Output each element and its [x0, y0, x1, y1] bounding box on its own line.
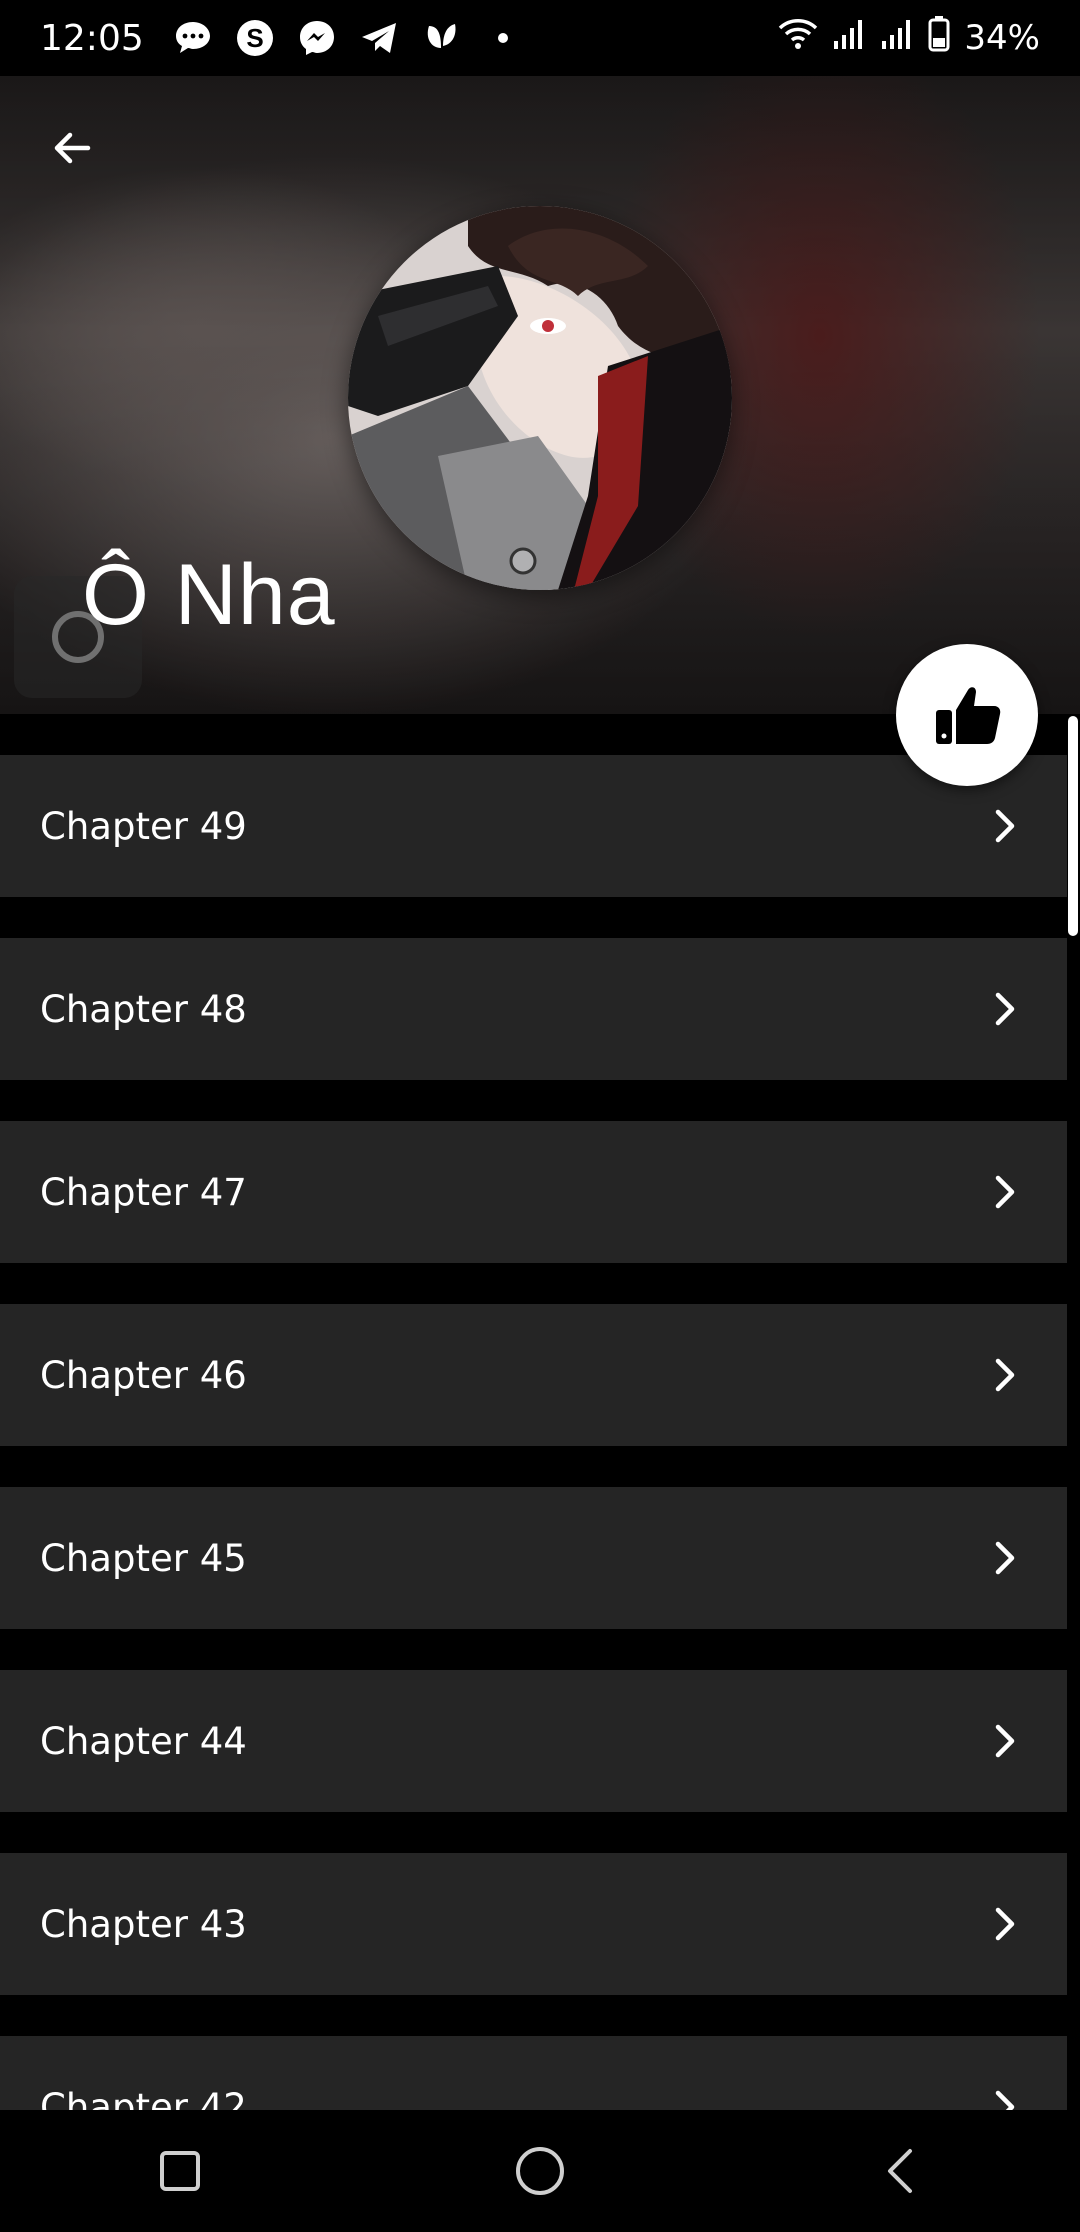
like-button[interactable]: [896, 644, 1038, 786]
telegram-icon: [358, 17, 400, 59]
chevron-right-icon: [987, 1723, 1023, 1759]
chapter-row[interactable]: Chapter 47: [0, 1121, 1067, 1263]
chevron-right-icon: [987, 1174, 1023, 1210]
signal-icon: [832, 17, 866, 60]
chevron-right-icon: [987, 1906, 1023, 1942]
dot-icon: [482, 17, 524, 59]
battery-percent: 34%: [964, 18, 1040, 58]
status-right: 34%: [778, 15, 1040, 61]
scrollbar[interactable]: [1068, 716, 1078, 936]
recents-button[interactable]: [140, 2131, 220, 2211]
chapter-label: Chapter 43: [40, 1902, 247, 1946]
status-bar: 12:05 S 34%: [0, 0, 1080, 76]
system-nav-bar: [0, 2110, 1080, 2232]
home-button[interactable]: [500, 2131, 580, 2211]
back-icon: [888, 2149, 912, 2193]
chevron-right-icon: [987, 808, 1023, 844]
chapter-row[interactable]: Chapter 48: [0, 938, 1067, 1080]
chapter-label: Chapter 44: [40, 1719, 247, 1763]
chapter-label: Chapter 48: [40, 987, 247, 1031]
cover-image: [348, 206, 732, 590]
back-button[interactable]: [40, 116, 104, 180]
thumbs-up-icon: [936, 687, 1001, 744]
chapter-label: Chapter 49: [40, 804, 247, 848]
chevron-right-icon: [987, 1357, 1023, 1393]
chapter-label: Chapter 45: [40, 1536, 247, 1580]
recents-icon: [160, 2151, 200, 2191]
chapter-label: Chapter 46: [40, 1353, 247, 1397]
status-time: 12:05: [40, 17, 144, 59]
battery-icon: [928, 15, 950, 61]
manga-title: Ô Nha: [82, 547, 336, 643]
chapter-row[interactable]: Chapter 46: [0, 1304, 1067, 1446]
chevron-right-icon: [987, 1540, 1023, 1576]
chapter-row[interactable]: Chapter 45: [0, 1487, 1067, 1629]
wifi-icon: [778, 16, 818, 61]
skype-icon: S: [234, 17, 276, 59]
chapter-row[interactable]: Chapter 44: [0, 1670, 1067, 1812]
arrow-left-icon: [54, 132, 91, 164]
notification-icons: S: [172, 17, 524, 59]
chapter-label: Chapter 47: [40, 1170, 247, 1214]
chat-bubble-icon: [172, 17, 214, 59]
messenger-icon: [296, 17, 338, 59]
system-back-button[interactable]: [860, 2131, 940, 2211]
chevron-right-icon: [987, 991, 1023, 1027]
leaf-app-icon: [420, 17, 462, 59]
chapter-row[interactable]: Chapter 43: [0, 1853, 1067, 1995]
signal-icon: [880, 17, 914, 60]
chapter-row[interactable]: Chapter 49: [0, 755, 1067, 897]
home-icon: [516, 2147, 564, 2195]
manga-header: Ô Nha: [0, 76, 1080, 714]
svg-text:S: S: [246, 23, 263, 53]
